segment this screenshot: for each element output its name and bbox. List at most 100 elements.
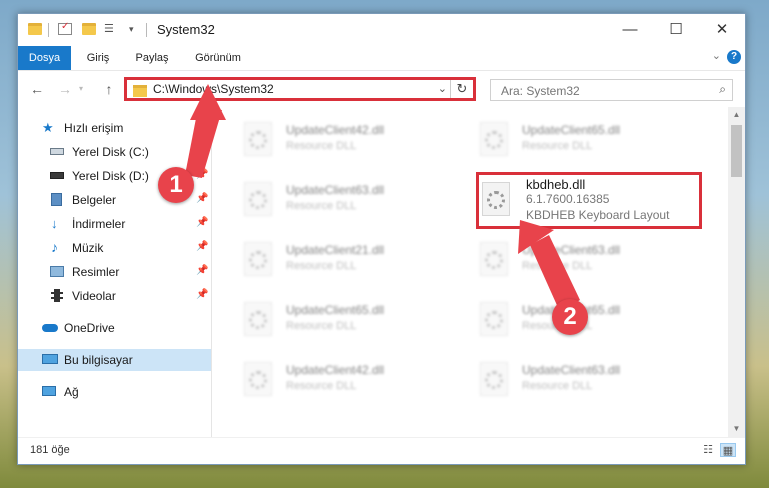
dll-file-icon [244, 362, 272, 396]
search-box[interactable]: ⌕ [490, 79, 733, 101]
dll-file-icon [480, 122, 508, 156]
gear-icon [249, 131, 267, 149]
sidebar-item-videos[interactable]: Videolar 📌 [18, 285, 211, 307]
address-bar[interactable]: C:\Windows\System32 ⌄ ↻ [124, 77, 476, 101]
search-input[interactable] [499, 81, 703, 101]
chevron-down-icon[interactable]: ⌄ [438, 82, 447, 95]
file-list: UpdateClient42.dll Resource DLL UpdateCl… [212, 107, 728, 437]
chevron-down-icon[interactable]: ⌄ [712, 49, 721, 62]
tab-home[interactable]: Giriş [78, 46, 118, 70]
pin-icon[interactable]: 📌 [196, 289, 208, 300]
file-description: KBDHEB Keyboard Layout [526, 208, 670, 222]
minimize-button[interactable]: — [607, 14, 653, 46]
folder-icon [133, 85, 147, 97]
sidebar-item-pictures[interactable]: Resimler 📌 [18, 261, 211, 283]
file-tile[interactable]: UpdateClient63.dll Resource DLL [238, 177, 458, 223]
file-name: UpdateClient63.dll [522, 243, 621, 257]
tab-file[interactable]: Dosya [18, 46, 71, 70]
star-icon: ★ [42, 120, 54, 135]
navigation-bar: ← → ▾ ↑ C:\Windows\System32 ⌄ ↻ ⌕ [18, 70, 745, 107]
file-name: UpdateClient63.dll [522, 363, 621, 377]
pin-icon[interactable]: 📌 [196, 241, 208, 252]
file-tile[interactable]: UpdateClient42.dll Resource DLL [238, 357, 458, 403]
sidebar-item-quick-access[interactable]: ★ Hızlı erişim [18, 117, 211, 139]
sidebar-item-label: İndirmeler [72, 217, 126, 231]
sidebar-item-label: Bu bilgisayar [64, 353, 133, 367]
file-name: UpdateClient42.dll [286, 363, 385, 377]
tiles-view-icon[interactable]: ▦ [720, 443, 736, 457]
pin-icon[interactable]: 📌 [196, 169, 208, 180]
file-tile[interactable]: UpdateClient21.dll Resource DLL [238, 237, 458, 283]
file-description: Resource DLL [286, 200, 357, 212]
music-icon: ♪ [51, 239, 58, 255]
scroll-up-icon[interactable]: ▲ [728, 107, 745, 123]
pin-icon[interactable]: 📌 [196, 217, 208, 228]
file-name: kbdheb.dll [526, 177, 586, 192]
pin-icon[interactable]: 📌 [196, 193, 208, 204]
pin-icon[interactable]: 📌 [196, 265, 208, 276]
file-tile[interactable]: UpdateClient63.dll Resource DLL [474, 357, 694, 403]
tab-view[interactable]: Görünüm [188, 46, 248, 70]
forward-button[interactable]: → [56, 80, 74, 98]
drive-icon [50, 172, 64, 179]
file-tile[interactable]: UpdateClient42.dll Resource DLL [238, 117, 458, 163]
properties-icon[interactable]: ✓ [58, 21, 72, 35]
file-description: Resource DLL [522, 140, 593, 152]
history-chevron-icon[interactable]: ▾ [76, 80, 86, 98]
search-icon[interactable]: ⌕ [719, 82, 726, 97]
sidebar-item-this-pc[interactable]: Bu bilgisayar [18, 349, 211, 371]
dll-file-icon [480, 302, 508, 336]
file-name: UpdateClient65.dll [522, 123, 621, 137]
close-button[interactable]: ✕ [699, 14, 745, 46]
details-view-icon[interactable]: ☷ [700, 443, 716, 457]
help-icon[interactable]: ? [727, 50, 741, 64]
scroll-down-icon[interactable]: ▼ [728, 421, 745, 437]
documents-icon [51, 193, 62, 206]
sidebar-item-music[interactable]: ♪ Müzik 📌 [18, 237, 211, 259]
dll-file-icon [244, 302, 272, 336]
pin-icon[interactable]: 📌 [196, 145, 208, 156]
file-description: Resource DLL [286, 140, 357, 152]
chevron-down-icon[interactable]: ▾ [129, 23, 143, 35]
pictures-icon [50, 266, 64, 277]
gear-icon [485, 131, 503, 149]
drive-icon [50, 148, 64, 155]
back-button[interactable]: ← [28, 80, 46, 98]
maximize-button[interactable]: ☐ [653, 14, 699, 46]
dll-file-icon [480, 362, 508, 396]
status-bar: 181 öğe ☷ ▦ [18, 437, 745, 464]
scroll-thumb[interactable] [731, 125, 742, 177]
explorer-window: ✓ ☰ ▾ System32 — ☐ ✕ Dosya Giriş Paylaş … [17, 13, 746, 465]
file-tile[interactable]: UpdateClient63.dll Resource DLL [474, 237, 694, 283]
sidebar-item-label: Yerel Disk (D:) [72, 169, 149, 183]
file-tile[interactable]: UpdateClient65.dll Resource DLL [238, 297, 458, 343]
gear-icon [487, 191, 505, 209]
customize-toolbar-icon[interactable]: ☰ [104, 23, 118, 35]
tab-share[interactable]: Paylaş [130, 46, 174, 70]
sidebar-item-label: Yerel Disk (C:) [72, 145, 149, 159]
file-description: Resource DLL [286, 260, 357, 272]
sidebar-item-label: OneDrive [64, 321, 115, 335]
up-button[interactable]: ↑ [100, 80, 118, 98]
file-description: Resource DLL [286, 380, 357, 392]
dll-file-icon [244, 242, 272, 276]
file-name: UpdateClient63.dll [286, 183, 385, 197]
refresh-button[interactable]: ↻ [450, 80, 473, 98]
title-bar: ✓ ☰ ▾ System32 — ☐ ✕ [18, 14, 745, 46]
sidebar-item-onedrive[interactable]: OneDrive [18, 317, 211, 339]
sidebar-item-label: Videolar [72, 289, 116, 303]
gear-icon [249, 191, 267, 209]
sidebar-item-disk-c[interactable]: Yerel Disk (C:) 📌 [18, 141, 211, 163]
new-folder-icon[interactable] [82, 23, 96, 35]
window-title: System32 [157, 22, 215, 37]
file-tile[interactable]: UpdateClient65.dll Resource DLL [474, 117, 694, 163]
gear-icon [485, 311, 503, 329]
gear-icon [249, 311, 267, 329]
sidebar-item-label: Hızlı erişim [64, 121, 124, 135]
cloud-icon [42, 324, 58, 332]
file-tile-kbdheb[interactable]: kbdheb.dll 6.1.7600.16385 KBDHEB Keyboar… [476, 172, 702, 229]
sidebar-item-network[interactable]: Ağ [18, 381, 211, 403]
vertical-scrollbar[interactable]: ▲ ▼ [728, 107, 745, 437]
sidebar-item-downloads[interactable]: ↓ İndirmeler 📌 [18, 213, 211, 235]
address-path[interactable]: C:\Windows\System32 [153, 82, 274, 96]
